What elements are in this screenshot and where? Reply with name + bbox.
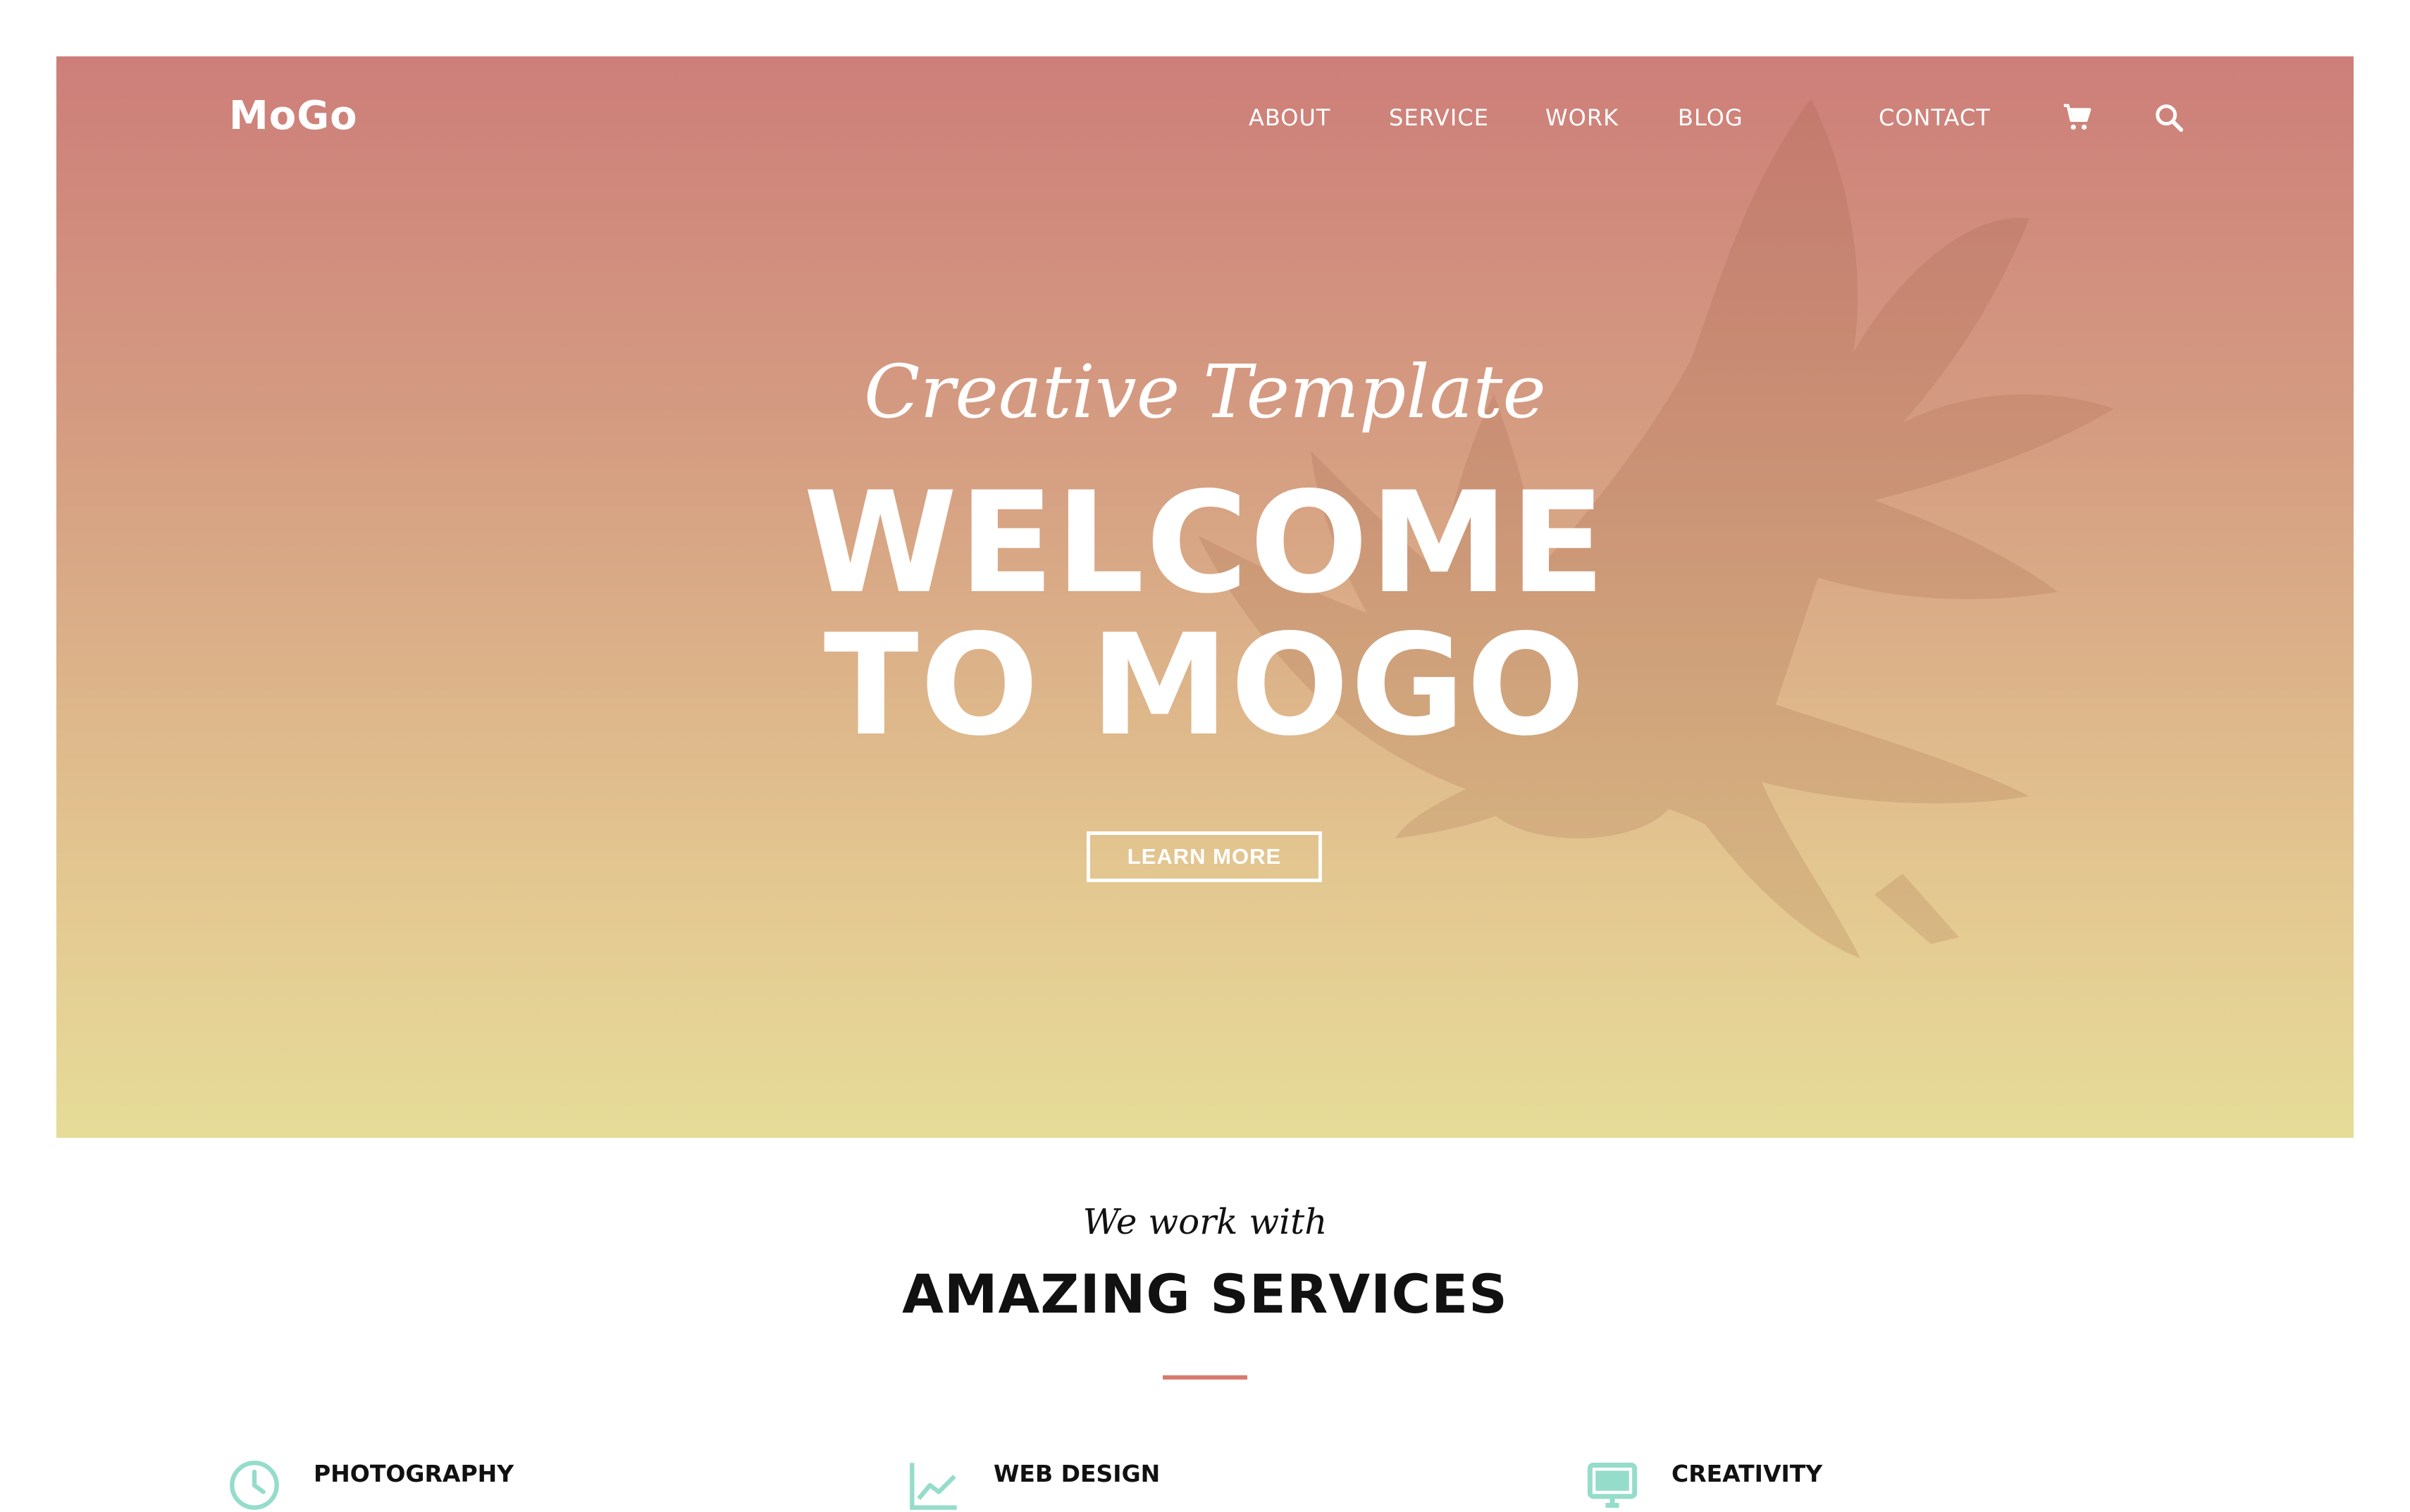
nav-item-service[interactable]: SERVICE [1389,104,1489,131]
services-pretitle: We work with [1082,1201,1328,1242]
service-label: WEB DESIGN [994,1460,1161,1487]
learn-more-button[interactable]: LEARN MORE [1087,831,1322,882]
section-divider [1163,1375,1247,1380]
service-item-web-design: WEB DESIGN [908,1458,1330,1510]
hero-headline-line1: WELCOME [803,461,1607,624]
service-label: PHOTOGRAPHY [314,1460,514,1487]
top-navbar: MoGo ABOUT SERVICE WORK BLOG CONTACT [56,56,2354,183]
service-label: CREATIVITY [1671,1460,1823,1487]
nav-item-about[interactable]: ABOUT [1249,104,1330,131]
service-item-creativity: CREATIVITY [1586,1458,2008,1508]
monitor-icon [1587,1463,1638,1508]
nav-item-blog[interactable]: BLOG [1678,104,1743,131]
services-title: AMAZING SERVICES [902,1263,1508,1325]
hero-headline-line2: TO MOGO [823,604,1587,767]
nav-item-contact[interactable]: CONTACT [1879,104,1991,131]
hero-tagline: Creative Template [864,349,1546,435]
hero-section: MoGo ABOUT SERVICE WORK BLOG CONTACT Cre… [56,56,2354,1138]
main-menu: ABOUT SERVICE WORK BLOG CONTACT [56,104,2354,140]
nav-item-work[interactable]: WORK [1545,104,1619,131]
clock-icon [230,1461,279,1510]
search-icon[interactable] [2153,101,2185,134]
service-item-photography: PHOTOGRAPHY [228,1458,650,1510]
cart-icon[interactable] [2061,101,2094,134]
line-chart-icon [910,1463,957,1510]
hero-headline: WELCOME TO MOGO [56,472,2354,757]
